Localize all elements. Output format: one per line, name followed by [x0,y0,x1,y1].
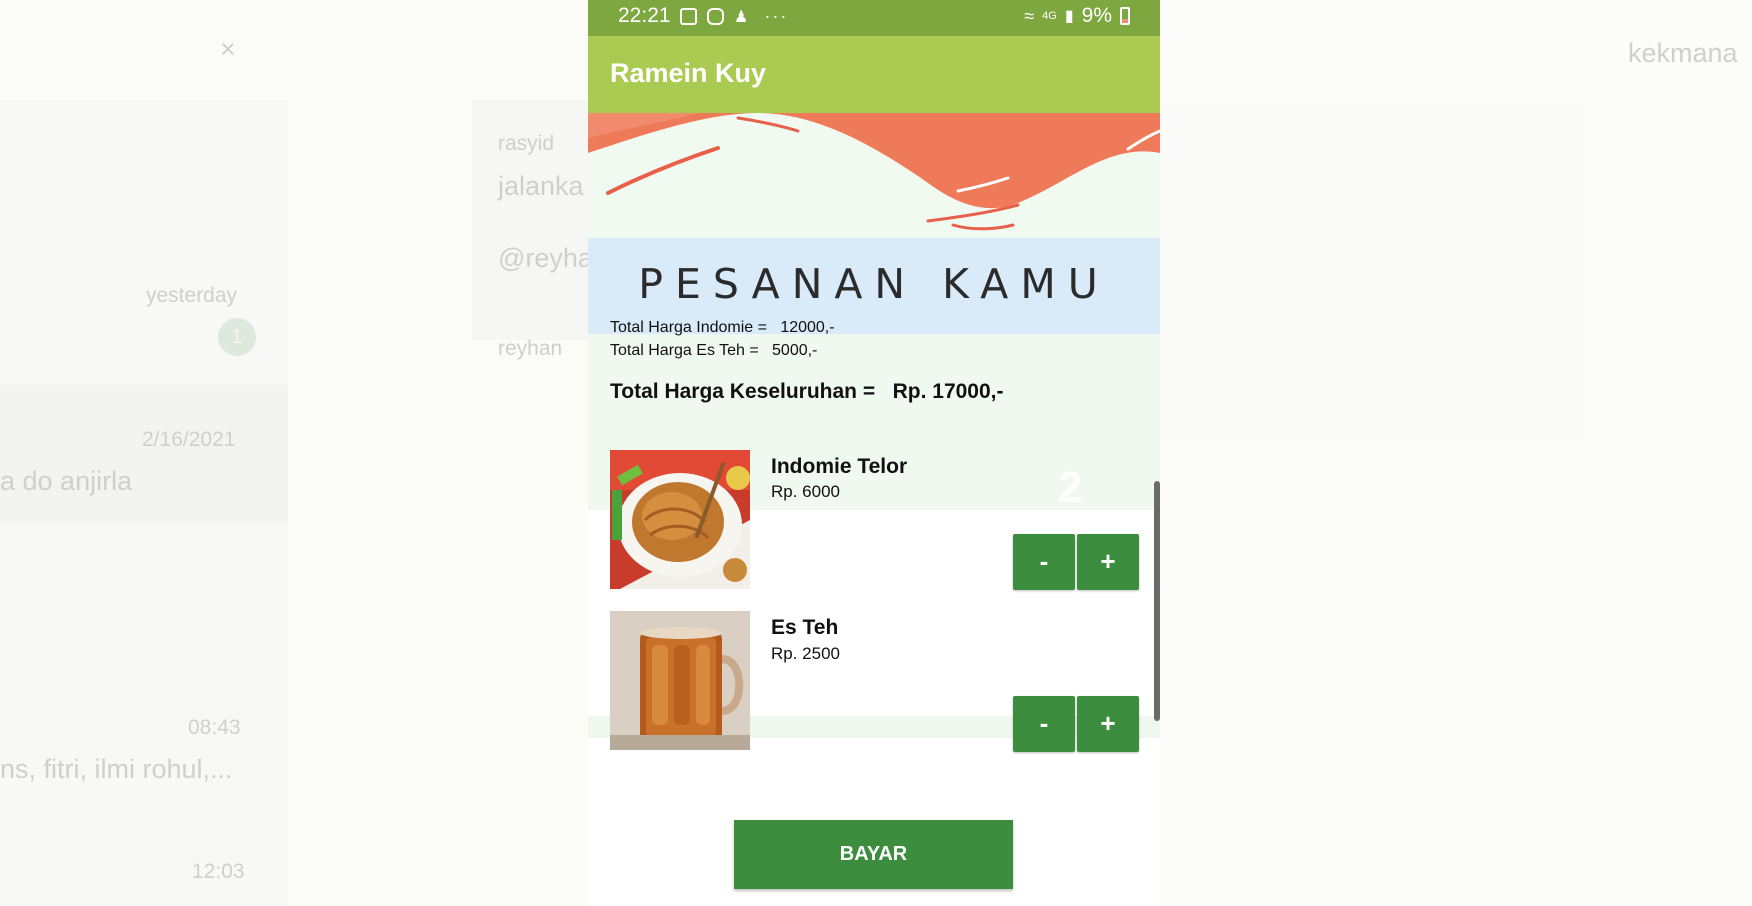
person-add-icon: ♟ [734,8,749,26]
battery-icon [1120,7,1130,25]
background-number: 2 [1058,463,1083,512]
close-icon[interactable]: × [220,34,236,65]
item-price: Rp. 6000 [771,482,840,501]
decrease-esteh-button[interactable]: - [1013,696,1075,752]
chat-preview: a do anjirla [0,466,133,496]
item-price: Rp. 2500 [771,644,840,663]
chat-date: yesterday [146,284,238,307]
increase-esteh-button[interactable]: + [1077,696,1139,752]
item-name: Indomie Telor [771,455,908,478]
chat-mention: @reyha [498,243,593,273]
scrollbar[interactable] [1154,481,1160,721]
increase-indomie-button[interactable]: + [1077,534,1139,590]
chat-preview-2: ns, fitri, ilmi rohul,... [0,754,233,784]
banner-image [588,113,1160,238]
chat-sender: rasyid [498,132,555,155]
es-teh-image [610,611,750,750]
gallery-icon [680,8,697,25]
chat-panel-right [1158,100,1588,440]
battery-percent: 9% [1081,4,1112,27]
chat-date-4: 12:03 [192,860,245,883]
wave-decoration [588,113,1160,231]
decrease-indomie-button[interactable]: - [1013,534,1075,590]
chat-date-2: 2/16/2021 [142,428,236,451]
status-time: 22:21 [618,4,671,27]
status-bar: 22:21 ♟ ··· ≈ 4G ▮ 9% [588,0,1160,36]
page-title: PESANAN KAMU [638,260,1110,308]
chat-list-highlight [0,385,288,525]
chat-sender-2: reyhan [498,337,563,360]
indomie-total-line: Total Harga Indomie = 12000,- [610,319,835,336]
notification-icons: ♟ ··· [680,6,788,27]
grand-total-line: Total Harga Keseluruhan = Rp. 17000,- [610,380,1004,403]
unread-badge: 1 [218,318,256,356]
order-content: PESANAN KAMU Total Harga Indomie = 12000… [588,113,1160,906]
item-name: Es Teh [771,616,839,639]
chat-date-3: 08:43 [188,716,241,739]
wifi-icon: ≈ [1024,5,1035,26]
chat-message: jalanka [498,171,584,201]
app-bar: Ramein Kuy [588,36,1160,113]
signal-icon: ▮ [1064,8,1074,25]
phone-screen: 22:21 ♟ ··· ≈ 4G ▮ 9% Ramein Kuy PESANAN… [588,0,1160,906]
instagram-icon [707,8,724,25]
network-type: 4G [1042,10,1057,22]
indomie-telor-image [610,450,750,589]
system-icons: ≈ 4G ▮ 9% [1024,4,1130,28]
app-title: Ramein Kuy [610,58,767,88]
pay-button[interactable]: BAYAR [734,820,1013,889]
more-dots-icon: ··· [764,6,789,26]
right-header-text: kekmana [1628,38,1738,68]
esteh-total-line: Total Harga Es Teh = 5000,- [610,342,818,359]
